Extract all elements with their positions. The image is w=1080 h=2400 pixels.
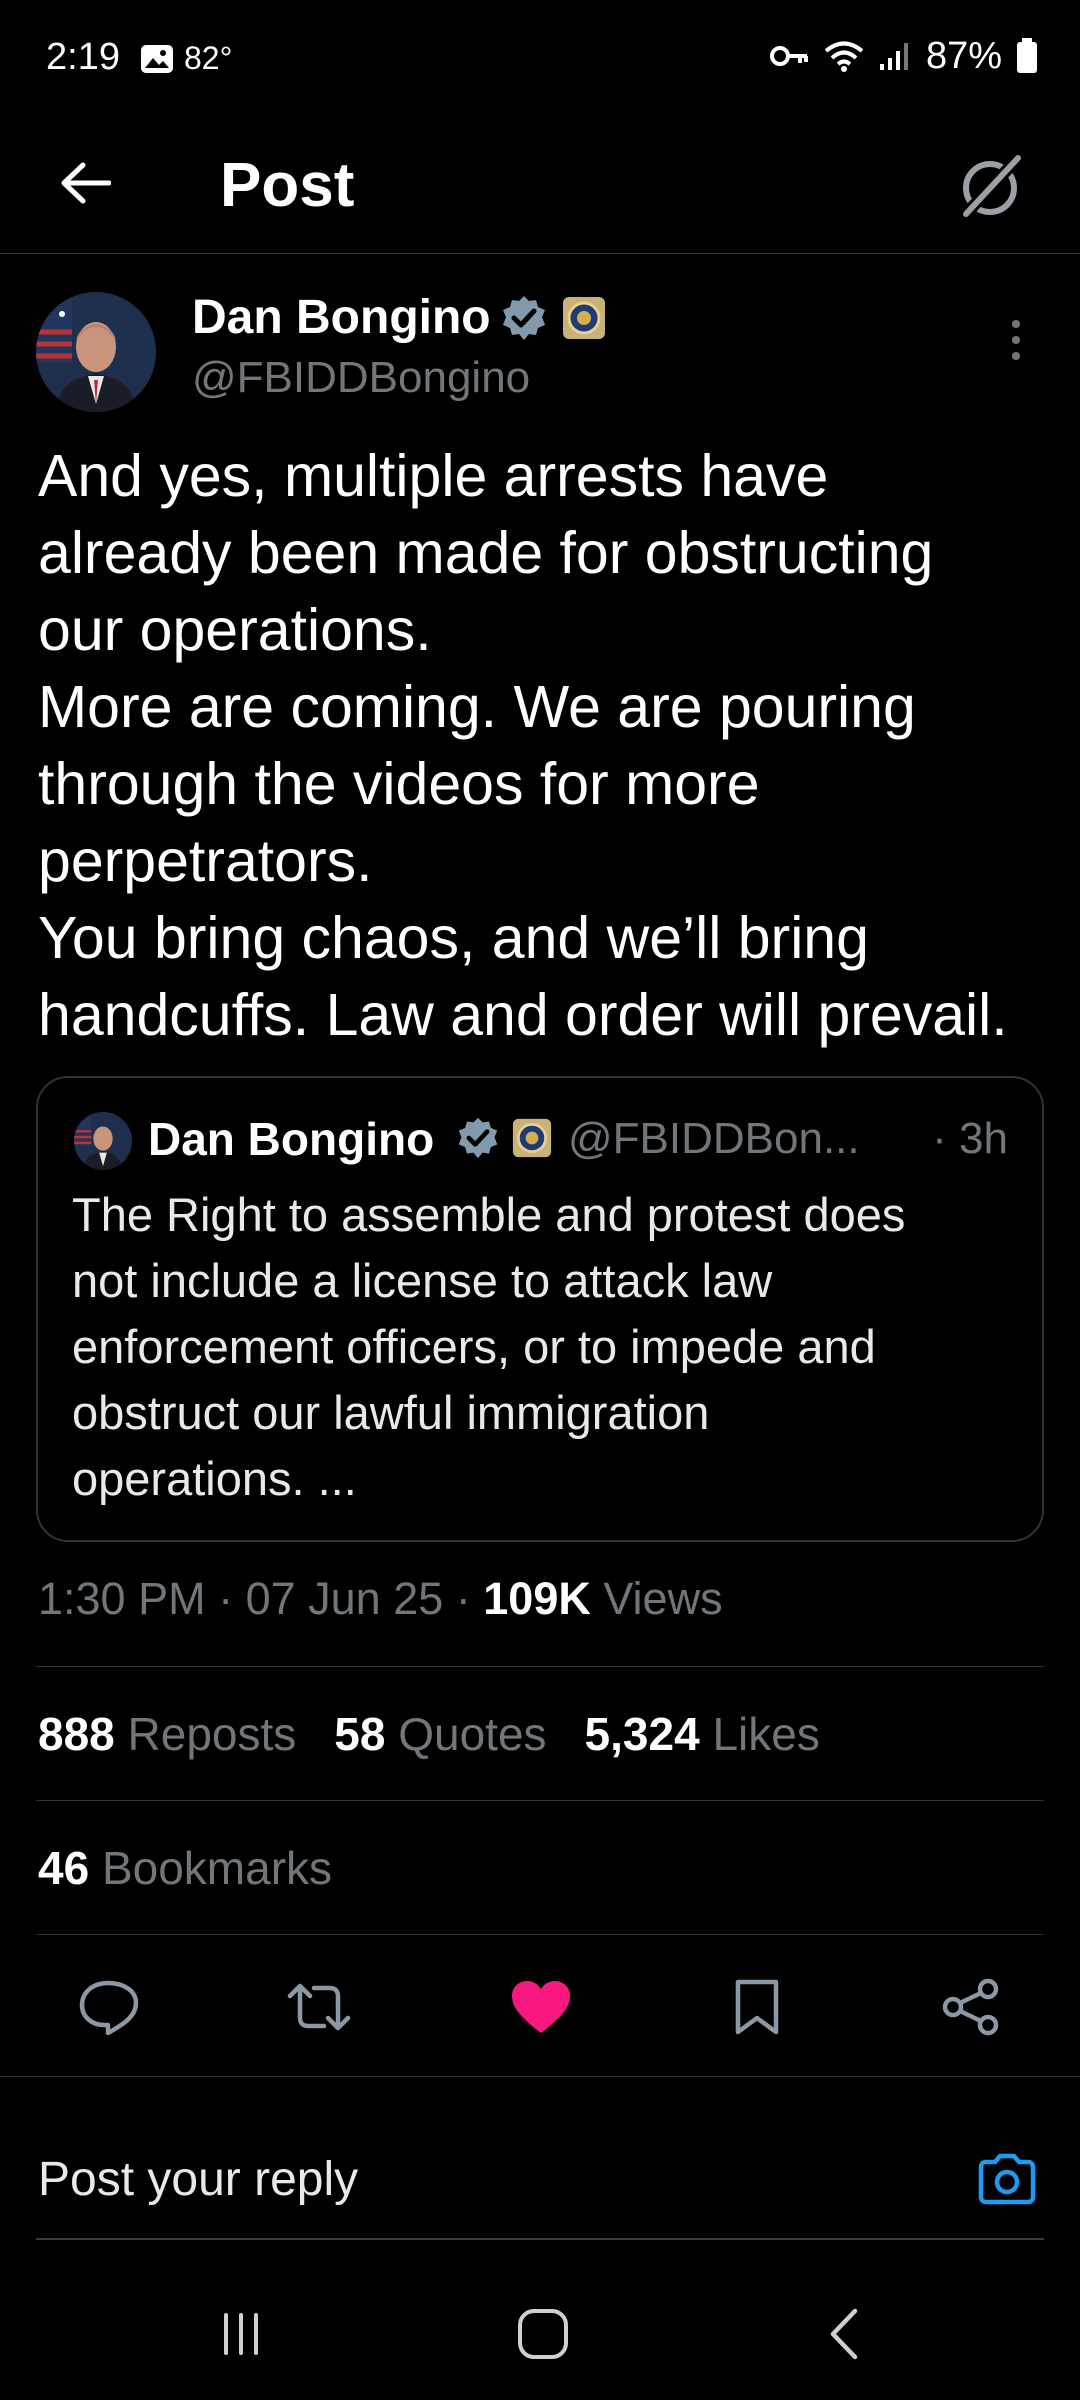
quoted-post-card[interactable]: Dan Bongino @FBIDDBon... · 3h The Right … [36, 1076, 1044, 1542]
status-right-group: 87% [769, 34, 1038, 78]
likes-stat[interactable]: 5,324 Likes [585, 1708, 820, 1760]
post-time: 1:30 PM [38, 1573, 206, 1624]
post-text: And yes, multiple arrests have already b… [38, 438, 1058, 1054]
share-icon [942, 1978, 999, 2036]
verified-badge-icon [458, 1117, 498, 1159]
wifi-icon [824, 41, 864, 72]
post-text-line: You bring chaos, and we’ll bring [38, 905, 869, 971]
quote-timestamp: · 3h [932, 1114, 1008, 1163]
camera-button[interactable] [974, 2146, 1040, 2212]
bookmark-button[interactable] [724, 1974, 790, 2040]
more-dot-icon [1012, 336, 1020, 344]
post-text-line: perpetrators. [38, 828, 373, 894]
views-label: Views [590, 1573, 723, 1624]
signal-icon [879, 43, 908, 70]
battery-icon [1017, 38, 1037, 73]
quote-text-line: not include a license to attack law [72, 1254, 773, 1307]
grok-button[interactable] [942, 138, 1038, 234]
action-bar [36, 1954, 1044, 2054]
back-button[interactable] [50, 148, 120, 218]
divider [36, 1666, 1044, 1667]
repost-icon [287, 1983, 351, 2031]
post-text-line: already been made for obstructing [38, 520, 934, 586]
post-date: 07 Jun 25 [245, 1573, 444, 1624]
back-nav-button[interactable] [800, 2294, 890, 2374]
home-icon [518, 2309, 568, 2359]
bookmarks-count: 46 [38, 1842, 90, 1894]
quote-text-line: The Right to assemble and protest does [72, 1188, 906, 1241]
chevron-left-icon [830, 2308, 858, 2360]
repost-button[interactable] [286, 1974, 352, 2040]
status-bar: 2:19 82° 87% [0, 0, 1080, 118]
reposts-label: Reposts [114, 1708, 297, 1760]
share-button[interactable] [938, 1974, 1004, 2040]
views-count[interactable]: 109K [483, 1573, 591, 1624]
key-icon [769, 46, 808, 66]
post-meta: 1:30 PM · 07 Jun 25 · 109K Views [38, 1568, 723, 1630]
recent-apps-button[interactable] [196, 2294, 286, 2374]
engagement-stats: 888 Reposts 58 Quotes 5,324 Likes [38, 1702, 820, 1766]
meta-separator: · [205, 1573, 246, 1624]
post-text-line: handcuffs. Law and order will prevail. [38, 982, 1008, 1048]
quotes-count: 58 [334, 1708, 386, 1760]
post-text-line: And yes, multiple arrests have [38, 443, 829, 509]
more-dot-icon [1012, 320, 1020, 328]
section-divider [0, 2076, 1080, 2100]
reply-icon [79, 1980, 139, 2035]
quotes-stat[interactable]: 58 Quotes [334, 1708, 546, 1760]
author-name[interactable]: Dan Bongino [192, 288, 491, 348]
bookmarks-label: Bookmarks [89, 1842, 333, 1894]
post-text-line: More are coming. We are pouring [38, 674, 916, 740]
likes-label: Likes [699, 1708, 820, 1760]
status-time: 2:19 [46, 36, 120, 78]
quote-text-line: obstruct our lawful immigration [72, 1386, 710, 1439]
meta-separator: · [443, 1573, 484, 1624]
avatar[interactable] [36, 292, 156, 412]
quote-author-handle: @FBIDDBon... [568, 1114, 860, 1163]
divider [36, 1934, 1044, 1935]
system-nav-bar [0, 2270, 1080, 2400]
grok-icon [959, 151, 1025, 221]
fbi-affiliation-badge-icon [512, 1118, 552, 1158]
like-button[interactable] [508, 1974, 574, 2040]
bookmarks-stat[interactable]: 46 Bookmarks [38, 1836, 332, 1900]
reposts-count: 888 [38, 1708, 115, 1760]
quote-avatar-image [74, 1112, 132, 1170]
reply-input[interactable]: Post your reply [38, 2148, 358, 2212]
quote-author-name: Dan Bongino [148, 1113, 435, 1165]
top-app-bar: Post [0, 118, 1080, 254]
camera-icon [978, 2153, 1036, 2205]
gallery-icon [141, 45, 173, 73]
quote-text-line: operations. ... [72, 1452, 357, 1505]
reposts-stat[interactable]: 888 Reposts [38, 1708, 296, 1760]
battery-percent: 87% [925, 34, 1002, 77]
fbi-affiliation-badge-icon[interactable] [562, 296, 606, 340]
divider [36, 1800, 1044, 1801]
likes-count: 5,324 [584, 1708, 700, 1760]
page-title: Post [220, 151, 355, 220]
post-text-line: through the videos for more [38, 751, 760, 817]
quote-text: The Right to assemble and protest does n… [72, 1182, 1022, 1512]
reply-button[interactable] [76, 1974, 142, 2040]
verified-badge-icon [503, 296, 545, 340]
reply-underline [36, 2238, 1044, 2240]
home-button[interactable] [498, 2294, 588, 2374]
arrow-left-icon [61, 162, 111, 204]
quote-text-line: enforcement officers, or to impede and [72, 1320, 876, 1373]
author-handle[interactable]: @FBIDDBongino [192, 348, 530, 408]
avatar-image [36, 292, 156, 412]
status-temperature: 82° [184, 40, 233, 76]
more-options-button[interactable] [996, 310, 1036, 370]
post-text-line: our operations. [38, 597, 432, 663]
bookmark-icon [735, 1979, 779, 2035]
quotes-label: Quotes [385, 1708, 547, 1760]
quote-avatar [74, 1112, 132, 1170]
more-dot-icon [1012, 352, 1020, 360]
like-icon [512, 1981, 570, 2033]
recent-apps-icon [224, 2313, 258, 2355]
